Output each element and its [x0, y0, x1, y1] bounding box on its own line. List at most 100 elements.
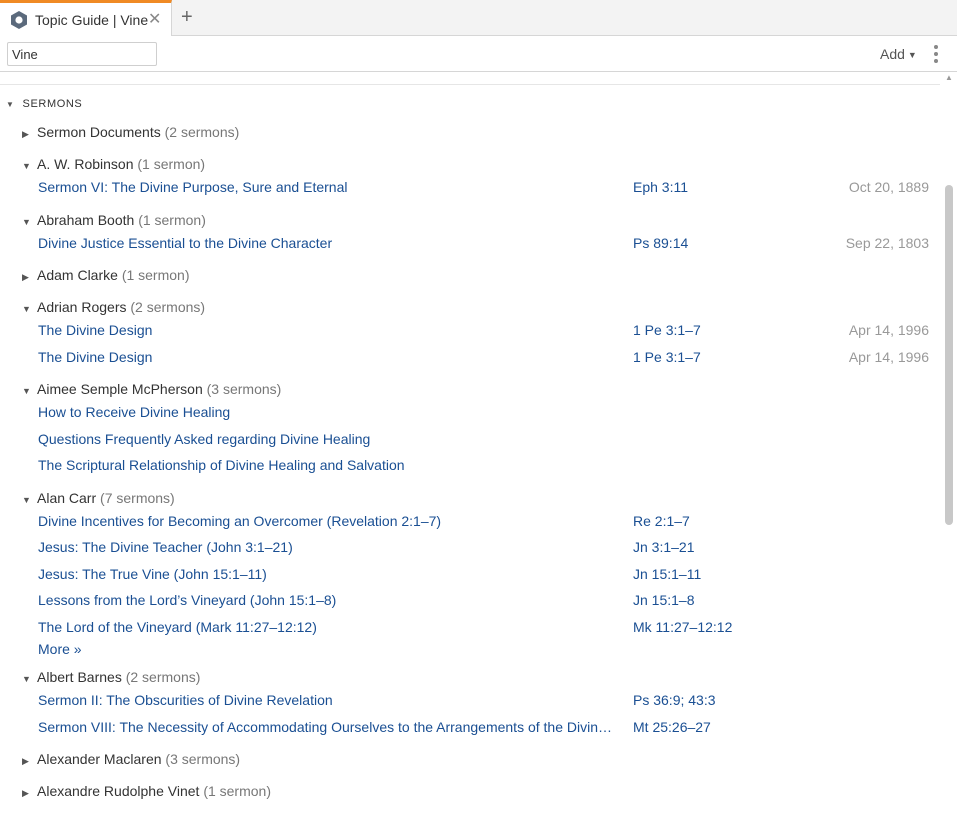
author-heading[interactable]: ▶ Sermon Documents (2 sermons)	[22, 124, 239, 140]
scripture-reference-link[interactable]: 1 Pe 3:1–7	[633, 322, 701, 338]
author-heading[interactable]: ▼ Adrian Rogers (2 sermons)	[22, 299, 205, 315]
scripture-reference-link[interactable]: 1 Pe 3:1–7	[633, 349, 701, 365]
sermon-date: Apr 14, 1996	[848, 348, 929, 365]
author-heading[interactable]: ▼ Alan Carr (7 sermons)	[22, 490, 175, 506]
author-row[interactable]: ▼ Adrian Rogers (2 sermons)	[0, 299, 940, 321]
sermon-row: The Divine Design 1 Pe 3:1–7 Apr 14, 1996	[0, 349, 940, 371]
sermon-count: (2 sermons)	[130, 299, 206, 315]
author-heading[interactable]: ▶ Alexander Maclaren (3 sermons)	[22, 751, 240, 767]
expand-triangle-icon[interactable]: ▶	[22, 788, 37, 799]
sermon-count: (1 sermon)	[203, 783, 271, 799]
expand-triangle-icon[interactable]: ▶	[22, 129, 37, 140]
sermon-title-link[interactable]: Lessons from the Lord’s Vineyard (John 1…	[38, 592, 336, 608]
scripture-reference-link[interactable]: Jn 15:1–11	[633, 566, 701, 582]
sermon-count: (3 sermons)	[206, 381, 282, 397]
author-row[interactable]: ▼ A. W. Robinson (1 sermon)	[0, 156, 940, 178]
sermon-row: Sermon VIII: The Necessity of Accommodat…	[0, 719, 940, 741]
collapse-triangle-icon[interactable]: ▼	[22, 386, 37, 396]
scripture-reference-link[interactable]: Re 2:1–7	[633, 513, 690, 529]
sermon-title-link[interactable]: Divine Justice Essential to the Divine C…	[38, 235, 332, 251]
sermon-title-link[interactable]: The Scriptural Relationship of Divine He…	[38, 457, 405, 473]
sermon-title-link[interactable]: How to Receive Divine Healing	[38, 404, 230, 420]
scripture-reference-link[interactable]: Mk 11:27–12:12	[633, 619, 732, 635]
sermon-title-link[interactable]: Questions Frequently Asked regarding Div…	[38, 431, 370, 447]
expand-triangle-icon[interactable]: ▶	[22, 756, 37, 767]
scripture-reference-link[interactable]: Mt 25:26–27	[633, 719, 711, 735]
scripture-reference-link[interactable]: Eph 3:11	[633, 179, 688, 195]
sermon-row: Jesus: The True Vine (John 15:1–11) Jn 15…	[0, 566, 940, 588]
expand-triangle-icon[interactable]: ▶	[22, 272, 37, 283]
close-icon[interactable]: ✕	[148, 9, 161, 29]
search-input[interactable]	[7, 42, 157, 66]
collapse-triangle-icon[interactable]: ▼	[22, 495, 37, 505]
sermon-row: Divine Justice Essential to the Divine C…	[0, 235, 940, 257]
sermon-title-link[interactable]: Sermon II: The Obscurities of Divine Rev…	[38, 692, 333, 708]
sermon-row: The Divine Design 1 Pe 3:1–7 Apr 14, 1996	[0, 322, 940, 344]
collapse-triangle-icon[interactable]: ▼	[22, 304, 37, 314]
section-title: SERMONS	[22, 98, 83, 110]
sermon-row: How to Receive Divine Healing	[0, 404, 940, 426]
author-row[interactable]: ▼ Alan Carr (7 sermons)	[0, 490, 940, 512]
author-name: Alexander Maclaren	[37, 751, 162, 767]
more-row: More »	[0, 641, 940, 663]
author-row[interactable]: ▼ Abraham Booth (1 sermon)	[0, 212, 940, 234]
sermon-title-link[interactable]: The Divine Design	[38, 322, 152, 338]
author-heading[interactable]: ▼ Albert Barnes (2 sermons)	[22, 669, 200, 685]
section-header-sermons[interactable]: ▼ SERMONS	[6, 98, 82, 110]
collapse-triangle-icon: ▼	[6, 100, 15, 109]
more-link[interactable]: More »	[38, 641, 82, 657]
author-name: Alexandre Rudolphe Vinet	[37, 783, 200, 799]
sermon-count: (2 sermons)	[125, 669, 201, 685]
sermon-count: (1 sermon)	[137, 156, 206, 172]
author-heading[interactable]: ▼ Abraham Booth (1 sermon)	[22, 212, 206, 228]
sermon-title-link[interactable]: Sermon VI: The Divine Purpose, Sure and …	[38, 179, 347, 195]
author-heading[interactable]: ▶ Alexandre Rudolphe Vinet (1 sermon)	[22, 783, 271, 799]
sermon-title-link[interactable]: Sermon VIII: The Necessity of Accommodat…	[38, 719, 618, 735]
tab-bar: Topic Guide | Vine ✕ +	[0, 0, 957, 36]
author-row[interactable]: ▼ Albert Barnes (2 sermons)	[0, 669, 940, 691]
sermon-title-link[interactable]: The Lord of the Vineyard (Mark 11:27–12:…	[38, 619, 317, 635]
new-tab-button[interactable]: +	[181, 6, 193, 28]
sermon-date: Oct 20, 1889	[848, 179, 929, 195]
sermon-row: Sermon II: The Obscurities of Divine Rev…	[0, 692, 940, 714]
scripture-reference-link[interactable]: Jn 15:1–8	[633, 592, 695, 608]
author-heading[interactable]: ▼ A. W. Robinson (1 sermon)	[22, 156, 205, 172]
toolbar: Add▼	[0, 36, 957, 72]
tab-topic-guide[interactable]: Topic Guide | Vine ✕	[0, 0, 172, 36]
caret-down-icon: ▼	[907, 50, 917, 60]
more-options-icon[interactable]	[932, 45, 940, 63]
collapse-triangle-icon[interactable]: ▼	[22, 674, 37, 684]
topic-guide-icon	[11, 11, 27, 29]
collapse-triangle-icon[interactable]: ▼	[22, 161, 37, 171]
sermon-row: Sermon VI: The Divine Purpose, Sure and …	[0, 179, 940, 201]
author-row[interactable]: ▶ Alexander Maclaren (3 sermons)	[0, 751, 940, 773]
sermon-date: Sep 22, 1803	[845, 234, 929, 251]
author-row[interactable]: ▼ Aimee Semple McPherson (3 sermons)	[0, 381, 940, 403]
sermon-row: Questions Frequently Asked regarding Div…	[0, 431, 940, 453]
add-label: Add	[880, 46, 905, 62]
divider	[0, 84, 940, 85]
author-name: Sermon Documents	[37, 124, 161, 140]
author-name: Abraham Booth	[37, 211, 135, 228]
scripture-reference-link[interactable]: Ps 36:9; 43:3	[633, 692, 716, 708]
scripture-reference-link[interactable]: Ps 89:14	[633, 235, 688, 251]
add-menu-button[interactable]: Add ▼	[880, 46, 917, 62]
author-heading[interactable]: ▼ Aimee Semple McPherson (3 sermons)	[22, 381, 281, 397]
author-row[interactable]: ▶ Alexandre Rudolphe Vinet (1 sermon)	[0, 783, 940, 805]
sermon-row: Jesus: The Divine Teacher (John 3:1–21) J…	[0, 539, 940, 561]
author-heading[interactable]: ▶ Adam Clarke (1 sermon)	[22, 267, 190, 283]
scrollbar-thumb[interactable]	[945, 185, 953, 525]
sermon-title-link[interactable]: Jesus: The Divine Teacher (John 3:1–21)	[38, 539, 293, 555]
author-name: Adam Clarke	[37, 267, 118, 283]
sermon-title-link[interactable]: The Divine Design	[38, 349, 152, 365]
sermon-title-link[interactable]: Jesus: The True Vine (John 15:1–11)	[38, 566, 267, 582]
tab-title: Topic Guide | Vine	[35, 12, 149, 28]
author-row[interactable]: ▶ Sermon Documents (2 sermons)	[0, 124, 940, 146]
collapse-triangle-icon[interactable]: ▼	[22, 217, 37, 227]
sermon-row: The Lord of the Vineyard (Mark 11:27–12:…	[0, 619, 940, 641]
scroll-up-icon[interactable]: ▲	[944, 74, 954, 82]
scripture-reference-link[interactable]: Jn 3:1–21	[633, 539, 695, 555]
sermon-title-link[interactable]: Divine Incentives for Becoming an Overco…	[38, 513, 441, 529]
sermon-count: (1 sermon)	[138, 211, 206, 228]
author-row[interactable]: ▶ Adam Clarke (1 sermon)	[0, 267, 940, 289]
